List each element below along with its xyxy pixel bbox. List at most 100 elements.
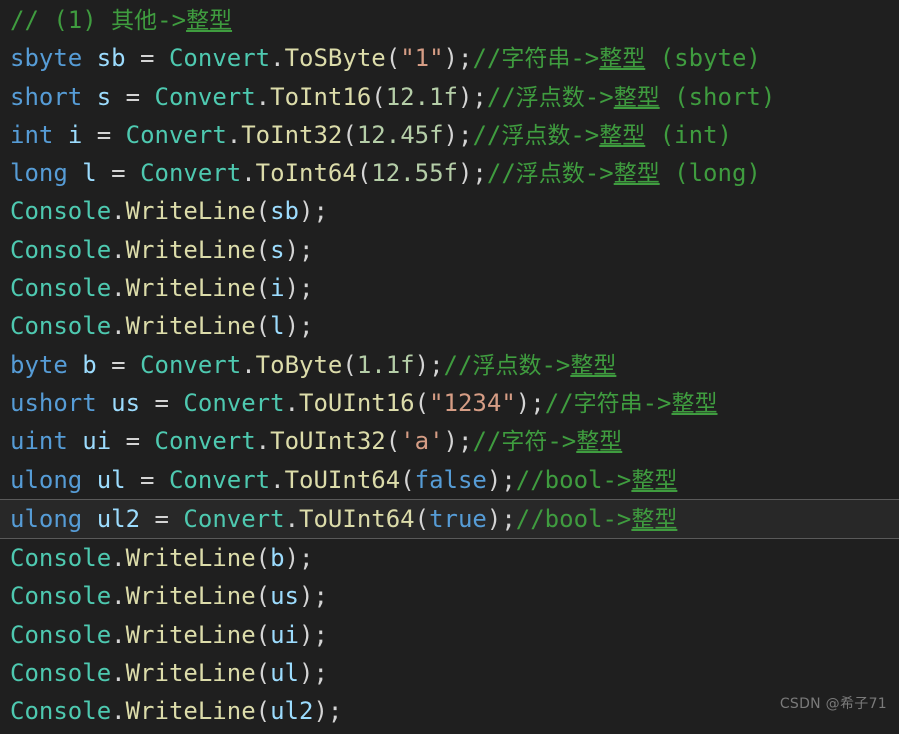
- code-text-run: 浮点数: [515, 84, 585, 111]
- code-token-comment-misspelled: 整型: [599, 44, 645, 72]
- code-token-cmt: //bool->: [515, 504, 632, 533]
- code-line[interactable]: Console.WriteLine(i);: [0, 269, 899, 307]
- code-token-pun: .: [111, 697, 126, 726]
- code-token-comment-misspelled: 整型: [631, 466, 677, 494]
- code-token-num: 1.1f: [356, 350, 415, 379]
- code-line[interactable]: uint ui = Convert.ToUInt32('a');//字符->整型: [0, 422, 899, 460]
- code-token-cls: Console: [10, 312, 112, 341]
- code-text-run: ->: [584, 82, 614, 111]
- code-line[interactable]: Console.WriteLine(sb);: [0, 192, 899, 230]
- code-token-pun: [82, 505, 96, 533]
- code-line[interactable]: Console.WriteLine(ul);: [0, 654, 899, 692]
- code-token-pun: (: [342, 350, 357, 379]
- code-line[interactable]: Console.WriteLine(b);: [0, 539, 899, 577]
- code-token-var: s: [96, 82, 112, 111]
- code-lines-container[interactable]: // (1) 其他->整型 sbyte sb = Convert.ToSByte(…: [0, 1, 899, 731]
- code-token-pun: (: [255, 235, 271, 264]
- code-token-pun: (: [255, 544, 271, 573]
- code-token-op: =: [111, 82, 155, 111]
- code-token-pun: .: [255, 82, 271, 111]
- spellcheck-underline: 整型: [613, 84, 660, 111]
- code-line[interactable]: sbyte sb = Convert.ToSByte("1");//字符串->整…: [0, 39, 899, 77]
- code-token-pun: );: [515, 388, 545, 417]
- code-token-var: l: [82, 159, 97, 188]
- code-text-run: ->: [547, 427, 577, 456]
- code-token-op: =: [125, 465, 169, 494]
- code-token-var: sb: [270, 197, 300, 226]
- code-token-mth: WriteLine: [125, 544, 256, 573]
- code-token-cmt: //字符串->: [545, 389, 672, 417]
- code-token-var: ui: [270, 620, 300, 649]
- code-line[interactable]: int i = Convert.ToInt32(12.45f);//浮点数->整…: [0, 116, 899, 154]
- code-token-pun: .: [111, 235, 126, 264]
- code-token-cmt: //字符->: [472, 427, 576, 455]
- spellcheck-underline: 整型: [631, 506, 678, 533]
- code-token-pun: );: [284, 274, 314, 303]
- code-token-pun: .: [255, 427, 271, 456]
- code-token-str: "1234": [429, 388, 516, 417]
- code-token-mth: WriteLine: [125, 697, 256, 726]
- code-token-var: us: [111, 388, 141, 417]
- code-line[interactable]: Console.WriteLine(s);: [0, 231, 899, 269]
- code-token-pun: );: [457, 159, 487, 188]
- code-token-cmt: (short): [659, 82, 776, 111]
- code-token-cls: Convert: [154, 82, 256, 111]
- code-token-kw: short: [10, 82, 83, 111]
- code-token-pun: [53, 121, 67, 149]
- code-token-pun: .: [226, 120, 242, 149]
- code-line[interactable]: ushort us = Convert.ToUInt16("1234");//字…: [0, 384, 899, 422]
- code-token-op: =: [140, 504, 184, 533]
- code-line[interactable]: short s = Convert.ToInt16(12.1f);//浮点数->…: [0, 78, 899, 116]
- spellcheck-underline: 整型: [599, 122, 646, 149]
- code-token-pun: (: [255, 197, 271, 226]
- spellcheck-underline: 整型: [613, 161, 660, 188]
- code-token-pun: (: [255, 312, 271, 341]
- code-token-pun: .: [284, 504, 300, 533]
- code-line[interactable]: Console.WriteLine(us);: [0, 577, 899, 615]
- code-line-current[interactable]: ulong ul2 = Convert.ToUInt64(true);//boo…: [0, 498, 899, 540]
- code-token-pun: (: [255, 582, 271, 611]
- code-token-pun: .: [111, 274, 126, 303]
- code-token-comment-misspelled: 整型: [672, 389, 718, 417]
- code-line[interactable]: // (1) 其他->整型: [0, 1, 899, 39]
- code-token-mth: WriteLine: [125, 620, 256, 649]
- code-editor[interactable]: // (1) 其他->整型 sbyte sb = Convert.ToSByte(…: [0, 0, 899, 734]
- code-token-cmt: (sbyte): [645, 44, 761, 73]
- code-text-run: ->: [584, 159, 614, 188]
- code-token-cls: Convert: [183, 388, 285, 417]
- code-token-op: =: [96, 350, 141, 379]
- code-token-pun: );: [299, 659, 328, 688]
- code-token-mth: ToUInt16: [299, 388, 415, 417]
- code-line[interactable]: Console.WriteLine(ul2);: [0, 692, 899, 730]
- code-token-pun: .: [111, 659, 126, 688]
- spellcheck-underline: 整型: [599, 46, 646, 73]
- code-text-run: 其他: [111, 8, 158, 34]
- code-token-cls: Console: [10, 235, 112, 264]
- code-token-pun: [82, 466, 96, 494]
- code-token-pun: .: [270, 44, 285, 73]
- code-token-op: =: [111, 427, 155, 456]
- code-token-pun: );: [443, 44, 473, 73]
- code-token-pun: [68, 427, 82, 455]
- code-token-pun: (: [255, 620, 271, 649]
- code-token-kw: sbyte: [10, 44, 83, 73]
- code-token-pun: .: [241, 350, 256, 379]
- code-line[interactable]: byte b = Convert.ToByte(1.1f);//浮点数->整型: [0, 346, 899, 384]
- code-line[interactable]: ulong ul = Convert.ToUInt64(false);//boo…: [0, 461, 899, 499]
- code-token-cls: Console: [10, 544, 112, 573]
- code-line[interactable]: long l = Convert.ToInt64(12.55f);//浮点数->…: [0, 154, 899, 192]
- code-line[interactable]: Console.WriteLine(l);: [0, 307, 899, 345]
- code-token-kw: ulong: [10, 465, 83, 494]
- code-token-kw: ushort: [10, 388, 97, 417]
- code-line[interactable]: Console.WriteLine(ui);: [0, 616, 899, 654]
- spellcheck-underline: 整型: [631, 467, 678, 494]
- code-token-pun: (: [385, 44, 401, 73]
- code-token-comment-misspelled: 整型: [614, 159, 660, 187]
- code-text-run: 字符串: [501, 46, 571, 73]
- code-token-cmt: //字符串->: [472, 44, 599, 72]
- code-token-comment-misspelled: 整型: [614, 83, 660, 111]
- code-token-mth: ToSByte: [284, 44, 386, 73]
- code-token-mth: WriteLine: [125, 235, 256, 264]
- code-token-pun: );: [443, 120, 473, 149]
- csdn-watermark: CSDN @希子71: [779, 696, 887, 712]
